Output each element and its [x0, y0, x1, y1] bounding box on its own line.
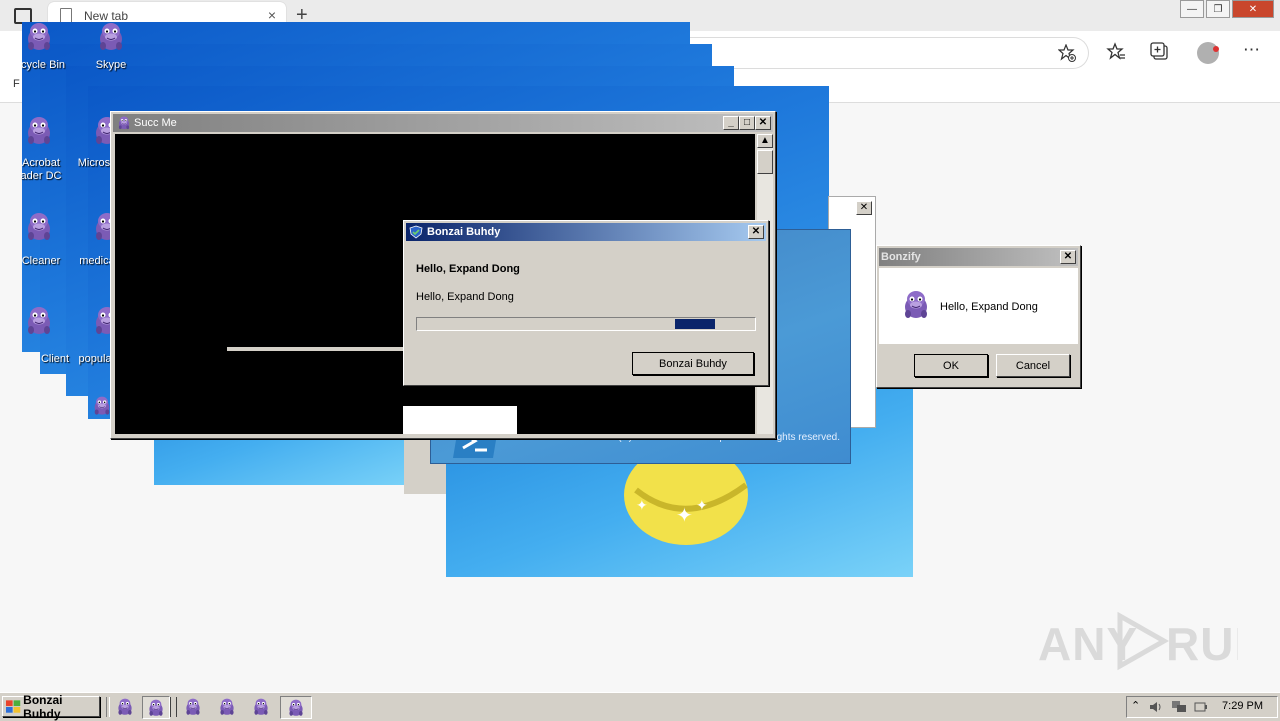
tab-close-icon[interactable]: × [268, 7, 276, 23]
white-fragment [403, 406, 517, 434]
scroll-up-button[interactable]: ▲ [757, 134, 773, 148]
taskbar-app[interactable] [180, 696, 206, 717]
collections-icon[interactable] [1150, 42, 1170, 62]
bonzi-icon [96, 22, 126, 52]
svg-text:✦: ✦ [696, 497, 708, 513]
close-button[interactable]: ✕ [748, 225, 764, 239]
chevron-up-icon[interactable]: ⌃ [1131, 699, 1140, 712]
title-bar[interactable]: Bonzify ✕ [879, 248, 1078, 266]
progress-line [227, 347, 407, 351]
bonzi-icon [24, 306, 54, 336]
bonzi-icon [184, 698, 202, 716]
clock[interactable]: 7:29 PM [1222, 700, 1263, 712]
system-tray: ⌃ 7:29 PM [1126, 696, 1278, 718]
page-icon [60, 8, 72, 23]
dialog-title: Bonzify [881, 251, 921, 263]
bonzi-icon [117, 116, 131, 130]
window-controls: — ❐ ✕ [1178, 0, 1274, 18]
taskbar-app[interactable] [280, 696, 312, 719]
ok-button[interactable]: OK [914, 354, 988, 377]
taskbar-app[interactable] [214, 696, 240, 717]
bonzi-icon [287, 699, 305, 717]
bonzi-icon [24, 22, 54, 52]
close-button[interactable]: ✕ [1060, 250, 1076, 264]
title-bar[interactable]: Bonzai Buhdy ✕ [406, 223, 766, 241]
dialog-message: Hello, Expand Dong [940, 301, 1038, 313]
bonzai-buhdy-button[interactable]: Bonzai Buhdy [632, 352, 754, 375]
network-icon[interactable] [1171, 700, 1187, 714]
taskbar-app[interactable] [248, 696, 274, 717]
start-label: Bonzai Buhdy [23, 692, 63, 721]
bonzi-icon [252, 698, 270, 716]
bonzify-dialog: Bonzify ✕ Hello, Expand Dong OK Cancel [876, 245, 1081, 388]
scroll-thumb[interactable] [757, 150, 773, 174]
close-icon[interactable]: ✕ [856, 201, 872, 215]
tab-title: New tab [84, 9, 129, 23]
window-title: Succ Me [134, 117, 177, 129]
add-favorite-icon[interactable] [1058, 44, 1076, 62]
more-icon[interactable]: ⋯ [1243, 40, 1261, 60]
profile-button[interactable] [1195, 40, 1221, 66]
minimize-button[interactable]: _ [723, 116, 739, 130]
minimize-button[interactable]: — [1180, 0, 1204, 18]
bonzi-icon [218, 698, 236, 716]
title-bar[interactable]: Succ Me _ □ ✕ [113, 114, 773, 132]
stray-label: F [13, 78, 20, 90]
status-dot [1213, 46, 1219, 52]
maximize-button[interactable]: □ [739, 116, 755, 130]
svg-text:✦: ✦ [676, 505, 693, 527]
dialog-title: Bonzai Buhdy [427, 226, 501, 238]
bonzai-buhdy-dialog: Bonzai Buhdy ✕ Hello, Expand Dong Hello,… [403, 220, 769, 386]
dialog-message: Hello, Expand Dong [416, 291, 514, 303]
bonzi-icon [901, 290, 931, 320]
bonzi-icon [92, 396, 112, 416]
bonzi-icon [24, 212, 54, 242]
taskbar-app[interactable] [142, 696, 170, 719]
svg-text:✦: ✦ [636, 497, 648, 513]
dialog-heading: Hello, Expand Dong [416, 263, 520, 275]
favorites-icon[interactable] [1106, 42, 1126, 62]
bonzi-icon [116, 698, 134, 716]
windows-wallpaper-flower: ✦ ✦ ✦ [624, 450, 748, 545]
bonzi-icon [147, 699, 165, 717]
progress-bar [416, 317, 756, 331]
watermark: ANY RUN [1038, 610, 1268, 683]
app-shield-icon [409, 225, 423, 239]
speaker-icon[interactable] [1149, 700, 1163, 714]
anyrun-logo: ANY RUN [1038, 611, 1268, 671]
cancel-button[interactable]: Cancel [996, 354, 1070, 377]
progress-fill [675, 319, 715, 329]
separator [106, 697, 110, 717]
bonzi-icon [24, 116, 54, 146]
close-button[interactable]: ✕ [755, 116, 771, 130]
svg-text:RUN: RUN [1166, 618, 1238, 670]
close-window-button[interactable]: ✕ [1232, 0, 1274, 18]
windows-logo-icon [6, 699, 21, 713]
power-icon[interactable] [1193, 700, 1207, 714]
taskbar: Bonzai Buhdy ⌃ 7:29 PM [0, 692, 1280, 721]
address-bar[interactable] [690, 37, 1089, 69]
maximize-button[interactable]: ❐ [1206, 0, 1230, 18]
start-button[interactable]: Bonzai Buhdy [2, 693, 100, 721]
desktop-icon-label[interactable]: Skype [78, 59, 144, 72]
message-area: Hello, Expand Dong [879, 268, 1078, 344]
taskbar-app[interactable] [112, 696, 138, 717]
desktop-icon-label[interactable]: cycle Bin [10, 59, 76, 72]
separator [170, 697, 177, 717]
